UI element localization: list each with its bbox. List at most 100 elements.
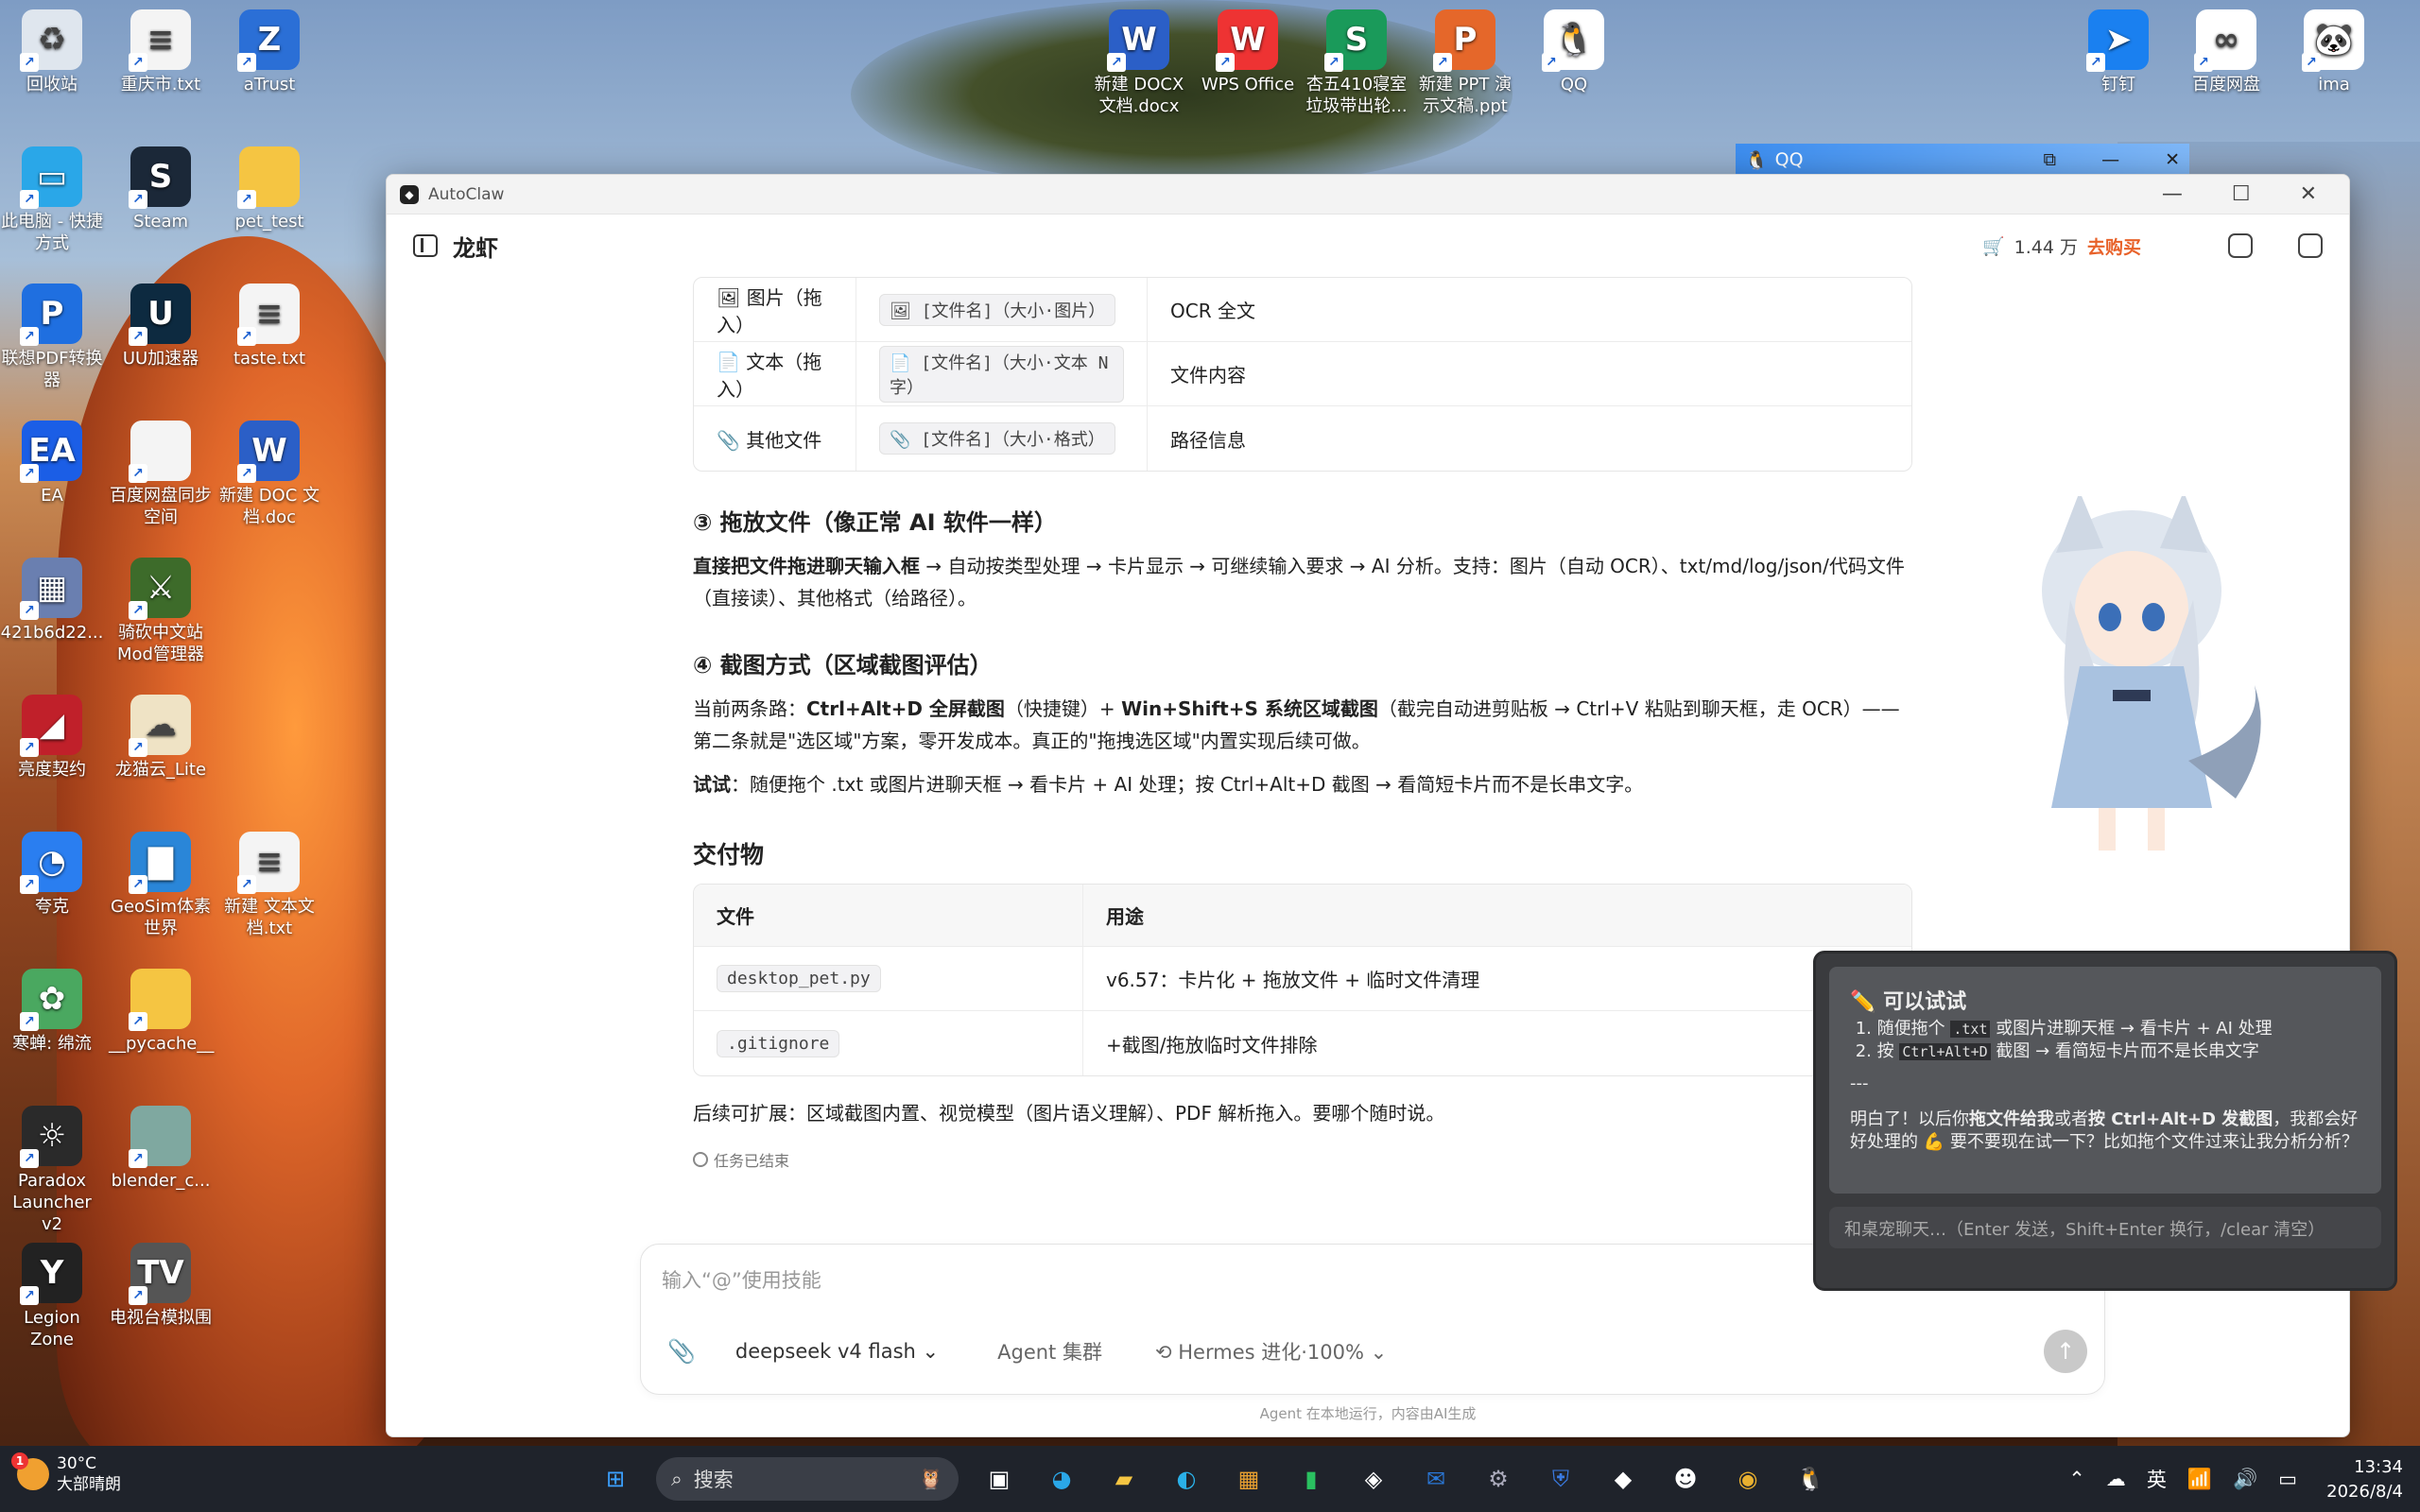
desktop-icon[interactable]: ≡ ↗ 新建 文本文档.txt (217, 832, 321, 939)
desktop-icon[interactable]: Y ↗ Legion Zone (0, 1243, 104, 1350)
desktop-icon[interactable]: TV ↗ 电视台模拟围 (109, 1243, 213, 1329)
text-file-icon: ≡ ↗ (237, 284, 300, 346)
text-span: （快捷键）+ (1004, 697, 1122, 720)
shortcut-arrow-icon: ↗ (129, 738, 147, 757)
desktop-icon[interactable]: ↗ blender_c... (109, 1106, 213, 1192)
desktop-icon[interactable]: ☁ ↗ 龙猫云_Lite (109, 695, 213, 781)
close-icon[interactable]: ✕ (2300, 182, 2317, 206)
wifi-icon[interactable]: 📶 (2187, 1468, 2212, 1491)
desktop-icon[interactable]: ▦ ↗ 421b6d22... (0, 558, 104, 644)
desktop-icon[interactable]: ▭ ↗ 此电脑 - 快捷方式 (0, 146, 104, 254)
quark-icon: ◔ ↗ (20, 832, 82, 894)
desktop-icon[interactable]: P ↗ 联想PDF转换器 (0, 284, 104, 391)
desktop-icon[interactable]: ↗ 百度网盘同步空间 (109, 421, 213, 528)
desktop-icon[interactable]: ≡ ↗ 重庆市.txt (109, 9, 213, 95)
desktop-icon[interactable]: ♻ ↗ 回收站 (0, 9, 104, 95)
file-explorer-icon[interactable]: ▰ (1102, 1457, 1146, 1501)
file-type-table: 🖼 图片（拖入） 🖼 [文件名]（大小·图片） OCR 全文 📄 文本（拖入） 📄 [文… (693, 277, 1912, 472)
tv-app-icon: TV ↗ (129, 1243, 191, 1305)
qq-icon: 🐧 ↗ (1542, 9, 1604, 72)
minimize-icon[interactable]: — (2162, 182, 2183, 206)
paradox-icon: ☼ ↗ (20, 1106, 82, 1168)
desktop-icon[interactable]: ≡ ↗ taste.txt (217, 284, 321, 369)
agent-cluster-button[interactable]: Agent 集群 (997, 1337, 1102, 1366)
battery-icon[interactable]: ▭ (2278, 1468, 2297, 1490)
desktop-icon[interactable]: ◔ ↗ 夸克 (0, 832, 104, 918)
chat-input[interactable]: 输入“@”使用技能 (662, 1265, 821, 1294)
desktop-icon[interactable]: U ↗ UU加速器 (109, 284, 213, 369)
desktop-icon[interactable]: ☼ ↗ Paradox Launcher v2 (0, 1106, 104, 1235)
desktop-icon[interactable]: ➤ ↗ 钉钉 (2066, 9, 2170, 95)
desktop-icon[interactable]: 🐼 ↗ ima (2282, 9, 2386, 95)
desktop-icon[interactable]: ∞ ↗ 百度网盘 (2174, 9, 2278, 95)
volume-icon[interactable]: 🔊 (2233, 1468, 2257, 1491)
security-shield-icon[interactable]: ⛨ (1539, 1457, 1582, 1501)
buy-link[interactable]: 去购买 (2087, 233, 2141, 259)
code-span: Ctrl+Alt+D (1899, 1043, 1991, 1060)
qq-bar-minimize-icon[interactable]: — (2101, 149, 2119, 170)
taskbar-search[interactable]: ⌕ 搜索 🦉 (656, 1457, 959, 1501)
chrome-icon[interactable]: ◉ (1726, 1457, 1770, 1501)
outlook-icon[interactable]: ✉ (1414, 1457, 1458, 1501)
start-button-icon[interactable]: ⊞ (594, 1457, 637, 1501)
desktop-icon[interactable]: Z ↗ aTrust (217, 9, 321, 95)
desktop-icon[interactable]: S ↗ Steam (109, 146, 213, 232)
account-icon[interactable] (2228, 233, 2253, 258)
edge-icon[interactable]: ◐ (1165, 1457, 1208, 1501)
tray-chevron-up-icon[interactable]: ⌃ (2068, 1468, 2085, 1490)
desktop-icon-label: 百度网盘同步空间 (110, 486, 212, 527)
desktop-pet-avatar[interactable] (1990, 496, 2273, 865)
task-view-icon[interactable]: ▣ (977, 1457, 1021, 1501)
pet-taskbar-icon[interactable]: ☻ (1664, 1457, 1707, 1501)
desktop-icon[interactable]: ▇ ↗ GeoSim体素世界 (109, 832, 213, 939)
attach-icon[interactable]: 📎 (667, 1338, 696, 1365)
desktop-icon[interactable]: ⚔ ↗ 骑砍中文站Mod管理器 (109, 558, 213, 665)
app-icon-ai[interactable]: ◕ (1040, 1457, 1083, 1501)
shortcut-arrow-icon: ↗ (20, 190, 39, 209)
pet-chat-messages: ✏️ 可以试试 1. 随便拖个 .txt 或图片进聊天框 → 看卡片 + AI … (1829, 967, 2381, 1194)
desktop-icon[interactable]: W ↗ 新建 DOCX 文档.docx (1087, 9, 1191, 117)
cloud-app-icon: ☁ ↗ (129, 695, 191, 757)
unity-icon[interactable]: ◈ (1352, 1457, 1395, 1501)
qq-bar-restore-icon[interactable]: ⧉ (2044, 149, 2057, 170)
desktop-icon[interactable]: P ↗ 新建 PPT 演示文稿.ppt (1413, 9, 1517, 117)
panel-icon[interactable] (2298, 233, 2323, 258)
desktop-icon[interactable]: EA ↗ EA (0, 421, 104, 507)
shortcut-arrow-icon: ↗ (237, 53, 256, 72)
model-select[interactable]: deepseek v4 flash ⌄ (735, 1340, 939, 1363)
desktop-icon[interactable]: ◢ ↗ 亮度契约 (0, 695, 104, 781)
desktop-icon-label: GeoSim体素世界 (111, 897, 211, 938)
wechat-icon[interactable]: ▮ (1289, 1457, 1333, 1501)
app-header: 龙虾 🛒 1.44 万 去购买 (387, 215, 2349, 277)
clock[interactable]: 13:34 2026/8/4 (2326, 1455, 2403, 1504)
qq-taskbar-icon[interactable]: 🐧 (1789, 1457, 1832, 1501)
settings-gear-icon[interactable]: ⚙ (1477, 1457, 1520, 1501)
weather-widget[interactable]: 1 30°C 大部晴朗 (11, 1452, 121, 1495)
autoclaw-taskbar-icon[interactable]: ◆ (1601, 1457, 1645, 1501)
desktop-icon[interactable]: ↗ pet_test (217, 146, 321, 232)
desktop-icon[interactable]: ✿ ↗ 寒蝉: 绵流 (0, 969, 104, 1055)
qq-mini-bar[interactable]: 🐧 QQ ⧉ — ✕ (1736, 144, 2189, 176)
store-icon[interactable]: ▦ (1227, 1457, 1270, 1501)
desktop-icon[interactable]: S ↗ 杏五410寝室垃圾带出轮... (1305, 9, 1409, 117)
table-row: 🖼 图片（拖入） 🖼 [文件名]（大小·图片） OCR 全文 (694, 278, 1911, 342)
shortcut-arrow-icon: ↗ (2086, 53, 2105, 72)
desktop-icon[interactable]: 🐧 ↗ QQ (1522, 9, 1626, 95)
desktop-icon[interactable]: ↗ __pycache__ (109, 969, 214, 1055)
pet-chat-item-2: 2. 按 Ctrl+Alt+D 截图 → 看简短卡片而不是长串文字 (1850, 1041, 2259, 1061)
title-bar[interactable]: ◆ AutoClaw — ☐ ✕ (387, 175, 2349, 215)
input-method-indicator[interactable]: 英 (2147, 1465, 2167, 1493)
hermes-select[interactable]: ⟲ Hermes 进化·100% ⌄ (1155, 1337, 1387, 1366)
maximize-icon[interactable]: ☐ (2232, 182, 2251, 206)
tray-app-icon[interactable]: ☁ (2106, 1468, 2126, 1490)
desktop-icon-label: 龙猫云_Lite (114, 760, 207, 780)
sidebar-toggle-icon[interactable] (413, 234, 438, 257)
qq-bar-close-icon[interactable]: ✕ (2165, 149, 2180, 170)
shortcut-arrow-icon: ↗ (20, 601, 39, 620)
desktop-icon[interactable]: W ↗ 新建 DOC 文档.doc (217, 421, 321, 528)
send-button[interactable]: ↑ (2044, 1330, 2087, 1373)
pet-chat-input[interactable]: 和桌宠聊天…（Enter 发送，Shift+Enter 换行，/clear 清空… (1829, 1207, 2381, 1248)
desktop-icon-label: Legion Zone (24, 1308, 80, 1349)
ea-icon: EA ↗ (20, 421, 82, 483)
desktop-icon[interactable]: W ↗ WPS Office (1196, 9, 1300, 95)
